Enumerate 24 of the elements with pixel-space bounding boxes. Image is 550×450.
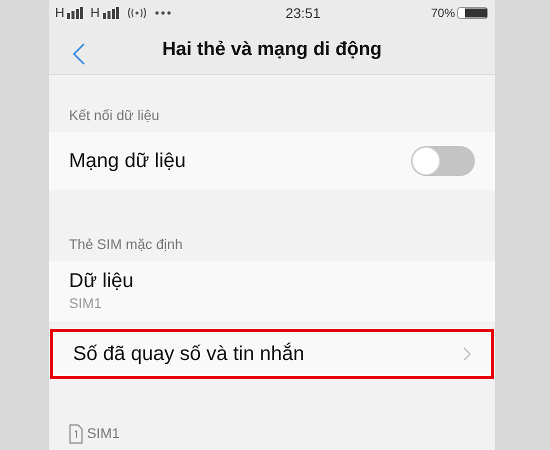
back-icon — [73, 43, 85, 66]
network-type: H — [90, 4, 100, 22]
section-header: Thẻ SIM mặc định — [69, 235, 183, 254]
toggle-switch[interactable] — [411, 146, 475, 176]
battery-percent: 70% — [430, 5, 455, 22]
signal-icon — [67, 7, 84, 20]
screen-title: Hai thẻ và mạng di động — [162, 38, 382, 62]
settings-row[interactable]: Dữ liệu SIM1 — [49, 261, 495, 321]
section-header: Kết nối dữ liệu — [69, 106, 160, 125]
settings-row[interactable]: Số đã quay số và tin nhắn — [50, 329, 494, 379]
hotspot-icon — [128, 8, 146, 18]
back-button[interactable] — [71, 42, 87, 66]
row-label: Số đã quay số và tin nhắn — [73, 342, 304, 367]
more-icon — [154, 11, 171, 16]
row-value: SIM1 — [69, 294, 102, 312]
chevron-right-icon — [463, 347, 471, 361]
battery-icon — [457, 7, 489, 20]
row-label: Dữ liệu — [69, 268, 134, 292]
network-type: H — [55, 4, 64, 22]
row-label: Mạng dữ liệu — [69, 149, 186, 174]
section-header: SIM1 — [87, 424, 120, 443]
settings-row[interactable]: Mạng dữ liệu — [49, 132, 495, 190]
clock: 23:51 — [284, 4, 322, 23]
signal-icon — [102, 7, 119, 20]
